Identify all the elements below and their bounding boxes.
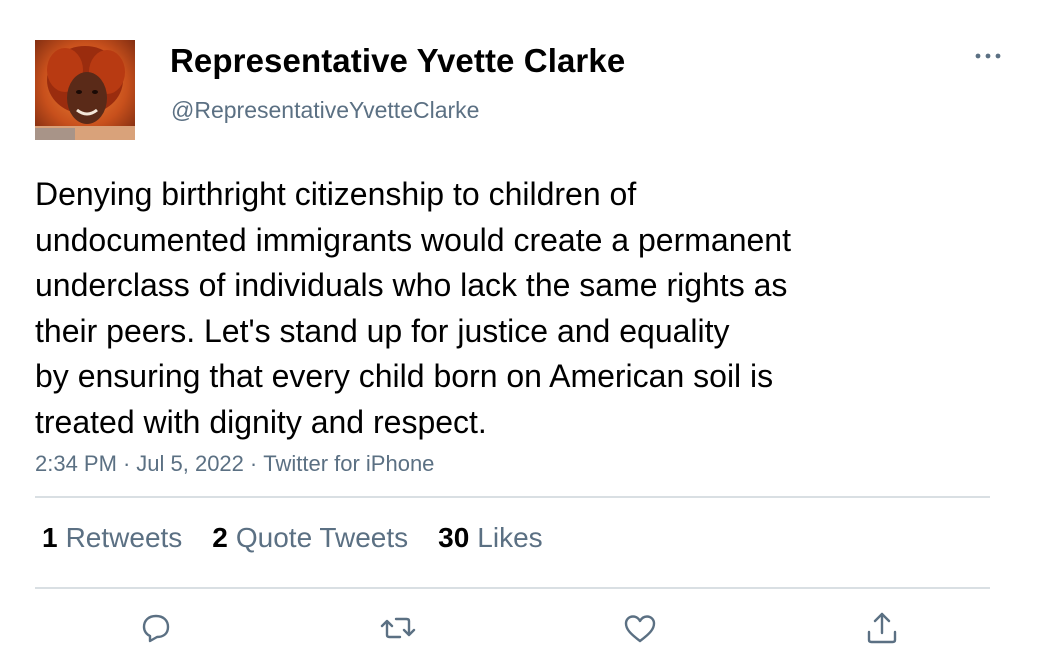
likes-label: Likes (477, 522, 543, 553)
quote-tweets-label: Quote Tweets (235, 522, 409, 553)
likes-stat[interactable]: 30 Likes (438, 522, 543, 554)
retweets-stat[interactable]: 1 Retweets (42, 522, 182, 554)
retweet-button[interactable] (378, 608, 418, 648)
reply-button[interactable] (136, 608, 176, 648)
author-name[interactable]: Representative Yvette Clarke (170, 42, 625, 80)
retweets-count: 1 (42, 522, 58, 553)
retweet-icon (380, 617, 416, 639)
author-handle[interactable]: @RepresentativeYvetteClarke (171, 97, 479, 124)
tweet-text: Denying birthright citizenship to childr… (35, 172, 935, 445)
share-upload-icon (867, 612, 897, 644)
meta-separator: · (122, 451, 131, 476)
tweet-time[interactable]: 2:34 PM (35, 451, 117, 476)
divider (35, 496, 990, 498)
avatar-image (35, 40, 135, 140)
likes-count: 30 (438, 522, 470, 553)
tweet-stats: 1 Retweets 2 Quote Tweets 30 Likes (42, 522, 573, 554)
tweet-meta: 2:34 PM · Jul 5, 2022 · Twitter for iPhone (35, 451, 434, 477)
avatar[interactable] (35, 40, 135, 140)
quote-tweets-count: 2 (212, 522, 228, 553)
tweet-line: underclass of individuals who lack the s… (35, 267, 788, 303)
retweets-label: Retweets (65, 522, 183, 553)
quote-tweets-stat[interactable]: 2 Quote Tweets (212, 522, 408, 554)
reply-bubble-icon (142, 614, 170, 643)
divider (35, 587, 990, 589)
tweet-line: treated with dignity and respect. (35, 403, 487, 440)
heart-icon (624, 615, 656, 643)
more-horizontal-icon (975, 53, 1001, 59)
like-button[interactable] (620, 608, 660, 648)
tweet-line: Denying birthright citizenship to childr… (35, 176, 637, 212)
more-options-button[interactable] (972, 42, 1004, 70)
tweet-line: their peers. Let's stand up for justice … (35, 312, 730, 349)
share-button[interactable] (862, 608, 902, 648)
meta-separator: · (249, 451, 258, 476)
tweet-source[interactable]: Twitter for iPhone (263, 451, 434, 476)
tweet-line: undocumented immigrants would create a p… (35, 221, 791, 258)
tweet-date[interactable]: Jul 5, 2022 (136, 451, 244, 476)
tweet-line: by ensuring that every child born on Ame… (35, 358, 774, 394)
